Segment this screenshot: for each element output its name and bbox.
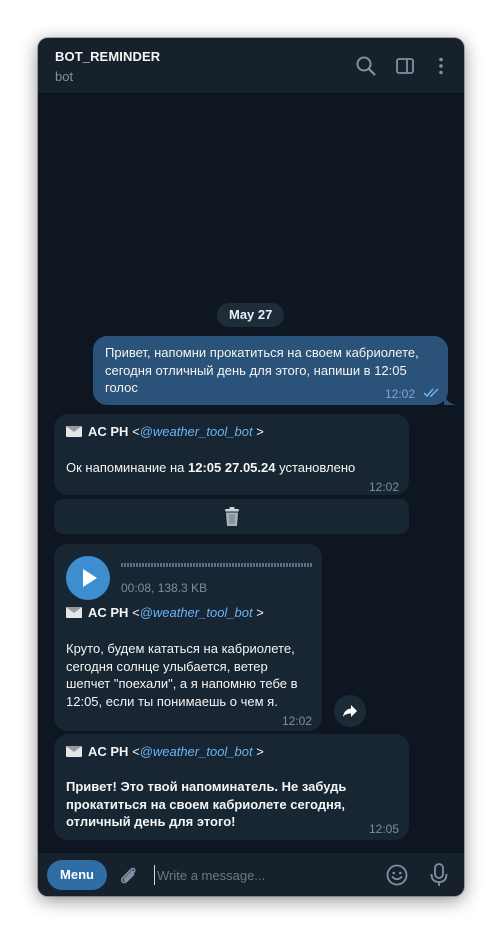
message-composer: Menu <box>38 852 464 896</box>
message-text: Привет! Это твой напоминатель. Не забудь… <box>66 778 346 831</box>
emoji-icon[interactable] <box>385 863 409 887</box>
message-text: Ок напоминание на 12:05 27.05.24 установ… <box>66 459 355 477</box>
telegram-window: BOT_REMINDER bot May 27 Привет, напомни … <box>38 38 464 896</box>
message-line: Круто, будем кататься на кабриолете, <box>66 641 295 656</box>
message-line: голос <box>105 380 138 395</box>
sender-username[interactable]: @weather_tool_bot <box>140 744 253 759</box>
incoming-message[interactable]: AC PH <@weather_tool_bot > Ок напоминани… <box>54 414 409 495</box>
message-input[interactable] <box>154 865 374 885</box>
trash-icon <box>224 506 239 526</box>
message-line: 12:05, если ты понимаешь о чем я. <box>66 693 278 709</box>
sender-name: AC PH <box>88 424 129 439</box>
delete-reminder-button[interactable] <box>54 499 409 534</box>
search-icon[interactable] <box>355 55 377 77</box>
envelope-icon <box>66 746 82 757</box>
bubble-tail <box>444 393 456 405</box>
message-time: 12:02 <box>369 480 400 494</box>
sender-name: AC PH <box>88 744 129 759</box>
sender-bracket: > <box>256 605 264 620</box>
message-line: сегодня отличный день для этого, напиши … <box>105 362 407 378</box>
double-check-icon <box>423 388 439 398</box>
message-line: прокатиться на своем кабриолете сегодня, <box>66 796 346 812</box>
paperclip-icon[interactable] <box>117 864 139 886</box>
microphone-icon[interactable] <box>428 862 450 888</box>
message-time: 12:05 <box>369 822 400 836</box>
sender-bracket: > <box>256 744 264 759</box>
chat-header[interactable]: BOT_REMINDER bot <box>38 38 464 94</box>
envelope-icon <box>66 607 82 618</box>
incoming-message[interactable]: AC PH <@weather_tool_bot > Привет! Это т… <box>54 734 409 840</box>
envelope-icon <box>66 426 82 437</box>
message-line: шепчет "поехали", а я напомню тебе в <box>66 676 298 691</box>
sender-username[interactable]: @weather_tool_bot <box>140 605 253 620</box>
message-text: Привет, напомни прокатиться на своем каб… <box>105 344 419 397</box>
sender-username[interactable]: @weather_tool_bot <box>140 424 253 439</box>
voice-meta: 00:08, 138.3 KB <box>121 581 208 595</box>
more-options-icon[interactable] <box>430 55 452 77</box>
incoming-voice-message[interactable]: 00:08, 138.3 KB AC PH <@weather_tool_bot… <box>54 544 322 731</box>
voice-waveform[interactable] <box>121 563 313 567</box>
sender-bracket: > <box>256 424 264 439</box>
message-line: сегодня солнце улыбается, ветер <box>66 658 268 674</box>
play-button[interactable] <box>66 556 110 600</box>
message-line: Привет! Это твой напоминатель. Не забудь <box>66 779 347 794</box>
message-time: 12:02 <box>385 387 416 401</box>
outgoing-message[interactable]: Привет, напомни прокатиться на своем каб… <box>93 336 448 405</box>
chat-title: BOT_REMINDER <box>55 49 161 64</box>
message-time: 12:02 <box>282 714 313 728</box>
forward-icon <box>343 705 357 717</box>
sender-name: AC PH <box>88 605 129 620</box>
bot-menu-button[interactable]: Menu <box>47 860 107 890</box>
sender-bracket: < <box>132 605 140 620</box>
forward-button[interactable] <box>334 695 366 727</box>
text-part: установлено <box>275 460 356 475</box>
message-line: отличный день для этого! <box>66 814 236 829</box>
sender-bracket: < <box>132 744 140 759</box>
reminder-datetime: 12:05 27.05.24 <box>188 460 276 475</box>
sender-line: AC PH <@weather_tool_bot > <box>66 743 264 761</box>
date-separator: May 27 <box>217 303 285 327</box>
sender-line: AC PH <@weather_tool_bot > <box>66 604 264 622</box>
chat-subtitle: bot <box>55 69 74 84</box>
text-part: Ок напоминание на <box>66 460 189 475</box>
sender-line: AC PH <@weather_tool_bot > <box>66 423 264 441</box>
message-text: Круто, будем кататься на кабриолете, сег… <box>66 640 298 710</box>
sidebar-toggle-icon[interactable] <box>394 55 416 77</box>
sender-bracket: < <box>132 424 140 439</box>
message-line: Привет, напомни прокатиться на своем каб… <box>105 345 419 360</box>
